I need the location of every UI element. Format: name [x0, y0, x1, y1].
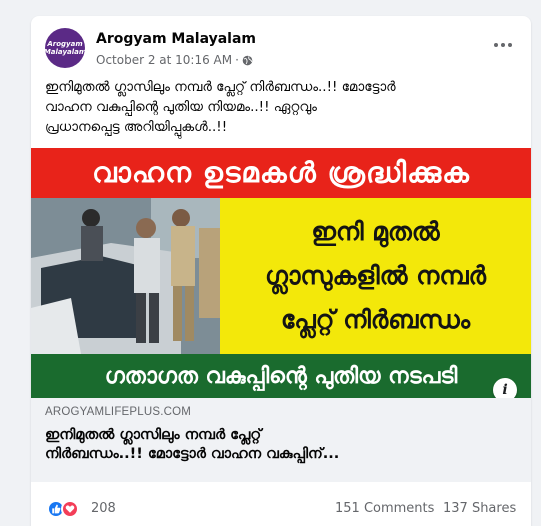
post-image[interactable]: വാഹന ഉടമകൾ ശ്രദ്ധിക്കുക ഇനി മുതൽ ഗ്ലാസുക… — [31, 148, 531, 402]
banner-line-3: പ്ലേറ്റ് നിർബന്ധം — [280, 305, 471, 334]
banner-message: ഇനി മുതൽ ഗ്ലാസുകളിൽ നമ്പർ പ്ലേറ്റ് നിർബന… — [220, 198, 531, 354]
reaction-count[interactable]: 208 — [91, 501, 116, 516]
post-meta: October 2 at 10:16 AM · — [96, 53, 253, 67]
avatar-text-line1: Arogyam — [47, 40, 83, 48]
avatar-text-line2: Malayalam — [45, 48, 85, 56]
post-card: Arogyam Malayalam Arogyam Malayalam Octo… — [31, 16, 531, 526]
comments-count-link[interactable]: 151 Comments — [335, 501, 434, 516]
love-icon — [61, 500, 79, 518]
banner-top-text: വാഹന ഉടമകൾ ശ്രദ്ധിക്കുക — [31, 148, 531, 198]
link-domain: AROGYAMLIFEPLUS.COM — [45, 406, 192, 418]
banner-photo — [31, 198, 220, 354]
banner-bottom-text: ഗതാഗത വകുപ്പിന്റെ പുതിയ നടപടി — [31, 354, 531, 398]
shares-count-link[interactable]: 137 Shares — [443, 501, 516, 516]
banner-line-1: ഇനി മുതൽ — [311, 217, 440, 246]
timestamp-link[interactable]: October 2 at 10:16 AM — [96, 53, 232, 67]
reaction-icons[interactable] — [47, 500, 79, 518]
globe-icon[interactable] — [242, 55, 253, 66]
more-options-icon[interactable] — [491, 40, 515, 50]
link-title: ഇനിമുതൽ ഗ്ലാസിലും നമ്പർ പ്ലേറ്റ് നിർബന്ധ… — [45, 427, 340, 462]
reactions-bar: 208 151 Comments 137 Shares — [31, 486, 531, 526]
banner-line-2: ഗ്ലാസുകളിൽ നമ്പർ — [265, 261, 486, 290]
traffic-police-photo — [31, 198, 220, 354]
page-name-link[interactable]: Arogyam Malayalam — [96, 31, 256, 47]
post-header: Arogyam Malayalam Arogyam Malayalam Octo… — [31, 16, 531, 76]
post-caption: ഇനിമുതൽ ഗ്ലാസിലും നമ്പർ പ്ലേറ്റ് നിർബന്ധ… — [45, 79, 396, 135]
avatar[interactable]: Arogyam Malayalam — [45, 28, 85, 68]
link-preview[interactable]: AROGYAMLIFEPLUS.COM ഇനിമുതൽ ഗ്ലാസിലും നമ… — [31, 398, 531, 482]
